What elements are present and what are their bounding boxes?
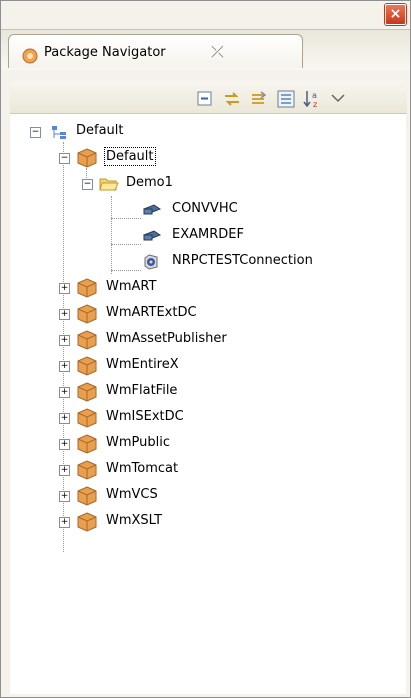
tree-row-child[interactable]: EXAMRDEF [10, 224, 400, 248]
package-icon [77, 434, 97, 454]
tree-row-package[interactable]: + WmART [10, 276, 400, 300]
tree-label-server: Default [104, 147, 156, 166]
package-icon [77, 486, 97, 506]
adapter-connection-icon [142, 204, 162, 215]
connection-icon [144, 254, 158, 270]
package-icon [77, 408, 97, 428]
tree-row-root[interactable]: − Default [10, 120, 400, 144]
package-icon [22, 48, 38, 64]
tree-label-package: WmARTExtDC [106, 305, 197, 320]
tree-label-package: WmTomcat [106, 461, 179, 476]
view-menu-icon[interactable] [328, 89, 348, 109]
tree-label-package: WmART [106, 279, 157, 294]
tree-row-child[interactable]: CONVVHC [10, 198, 400, 222]
package-icon [77, 512, 97, 532]
expand-toggle[interactable]: + [59, 283, 70, 294]
view-toolbar: a z [10, 81, 407, 114]
tree-label-package: WmXSLT [106, 513, 163, 528]
tree-row-child[interactable]: NRPCTESTConnection [10, 250, 400, 274]
collapse-toggle[interactable]: − [82, 179, 93, 190]
tree-label-child: EXAMRDEF [172, 227, 244, 242]
package-icon [77, 304, 97, 324]
tree-label-folder: Demo1 [126, 175, 173, 190]
collapse-toggle[interactable]: − [59, 153, 70, 164]
sort-icon[interactable]: a z [302, 89, 322, 109]
expand-toggle[interactable]: + [59, 517, 70, 528]
tree-row-package[interactable]: + WmEntireX [10, 354, 400, 378]
tree-label-package: WmFlatFile [106, 383, 178, 398]
expand-toggle[interactable]: + [59, 413, 70, 424]
tree-view[interactable]: − Default − Default − Demo1 CONVVHC EXAM… [10, 114, 406, 694]
tree-row-package[interactable]: + WmVCS [10, 484, 400, 508]
tab-label: Package Navigator [44, 45, 166, 60]
tree-row-package[interactable]: + WmAssetPublisher [10, 328, 400, 352]
package-icon [77, 278, 97, 298]
package-icon [77, 330, 97, 350]
expand-toggle[interactable]: + [59, 491, 70, 502]
tree-label-child: CONVVHC [172, 201, 238, 216]
tree-row-server[interactable]: − Default [10, 146, 400, 170]
package-navigator-window: × Package Navigator ⤫ a z − Default − De… [0, 0, 411, 698]
hierarchy-icon [52, 126, 66, 139]
tree-label-package: WmPublic [106, 435, 170, 450]
titlebar: × [1, 1, 410, 27]
collapse-all-icon[interactable] [195, 89, 215, 109]
expand-toggle[interactable]: + [59, 465, 70, 476]
tab-close-icon[interactable]: ⤫ [211, 42, 224, 62]
folder-open-icon [99, 178, 119, 191]
tree-row-package[interactable]: + WmPublic [10, 432, 400, 456]
package-icon [77, 356, 97, 376]
window-close-button[interactable]: × [385, 4, 406, 25]
expand-toggle[interactable]: + [59, 387, 70, 398]
tree-row-package[interactable]: + WmXSLT [10, 510, 400, 534]
tree-row-package[interactable]: + WmISExtDC [10, 406, 400, 430]
tree-row-package[interactable]: + WmFlatFile [10, 380, 400, 404]
package-icon [77, 460, 97, 480]
tree-label-child: NRPCTESTConnection [172, 253, 313, 268]
sync-icon[interactable] [249, 89, 269, 109]
expand-toggle[interactable]: + [59, 439, 70, 450]
tree-row-package[interactable]: + WmARTExtDC [10, 302, 400, 326]
collapse-toggle[interactable]: − [30, 127, 41, 138]
svg-text:a: a [312, 91, 317, 100]
package-icon [77, 382, 97, 402]
expand-toggle[interactable]: + [59, 309, 70, 320]
tree-label-package: WmAssetPublisher [106, 331, 227, 346]
tab-package-navigator[interactable]: Package Navigator ⤫ [8, 34, 303, 68]
tree-label-root: Default [76, 123, 124, 138]
expand-toggle[interactable]: + [59, 335, 70, 346]
svg-text:z: z [313, 100, 317, 109]
tree-label-package: WmEntireX [106, 357, 179, 372]
tree-label-package: WmVCS [106, 487, 158, 502]
filter-icon[interactable] [276, 89, 296, 109]
expand-toggle[interactable]: + [59, 361, 70, 372]
link-with-editor-icon[interactable] [222, 89, 242, 109]
server-package-icon [77, 148, 97, 168]
tree-label-package: WmISExtDC [106, 409, 184, 424]
adapter-connection-icon [142, 230, 162, 241]
tree-row-package[interactable]: + WmTomcat [10, 458, 400, 482]
tree-row-folder[interactable]: − Demo1 [10, 172, 400, 196]
